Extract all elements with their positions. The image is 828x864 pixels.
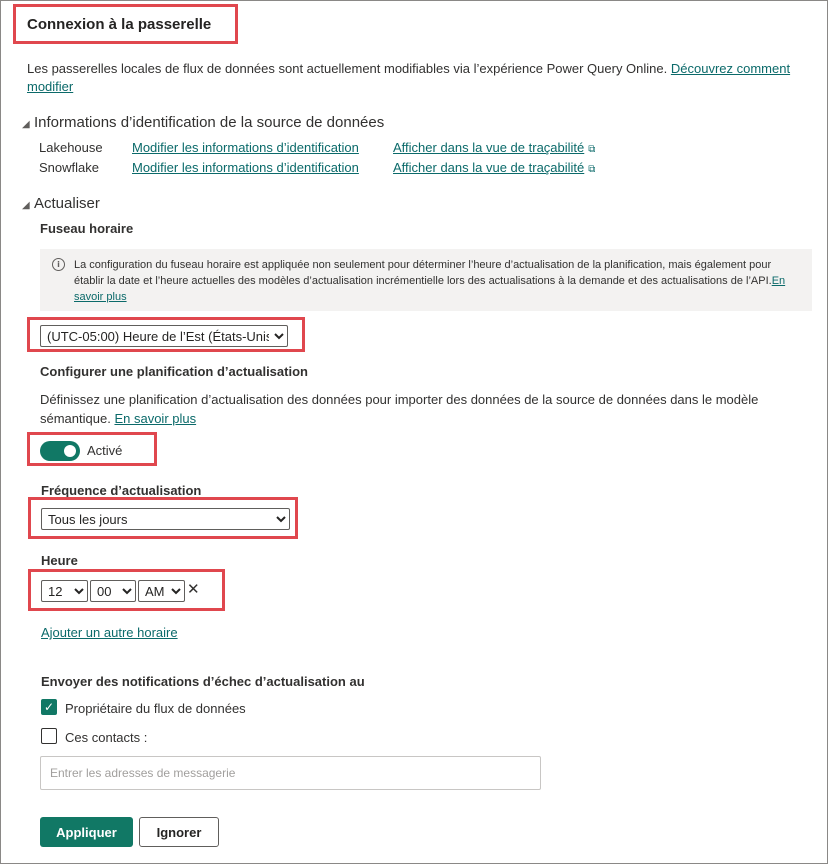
intro-paragraph: Les passerelles locales de flux de donné… — [27, 60, 797, 96]
highlight-frequency — [28, 497, 298, 539]
source-name-lakehouse: Lakehouse — [39, 140, 103, 155]
notifications-label: Envoyer des notifications d’échec d’actu… — [41, 674, 365, 689]
external-link-icon: ⧉ — [588, 164, 596, 175]
add-time-link[interactable]: Ajouter un autre horaire — [41, 625, 178, 640]
timezone-label: Fuseau horaire — [40, 221, 134, 236]
edit-credentials-link-lakehouse[interactable]: Modifier les informations d’identificati… — [132, 140, 359, 155]
external-link-icon: ⧉ — [588, 144, 596, 155]
timezone-info-bar: i La configuration du fuseau horaire est… — [40, 249, 812, 311]
highlight-toggle — [27, 432, 157, 466]
source-name-snowflake: Snowflake — [39, 160, 99, 175]
highlight-timezone — [27, 317, 305, 352]
time-label: Heure — [41, 553, 78, 568]
checkmark-icon: ✓ — [43, 700, 55, 714]
contacts-checkbox-label: Ces contacts : — [65, 730, 148, 745]
apply-button[interactable]: Appliquer — [40, 817, 133, 847]
schedule-learn-more-link[interactable]: En savoir plus — [114, 411, 196, 426]
refresh-section-header[interactable]: ◢ Actualiser — [22, 195, 100, 212]
owner-checkbox-label: Propriétaire du flux de données — [65, 701, 246, 716]
lineage-link-snowflake-wrap[interactable]: Afficher dans la vue de traçabilité ⧉ — [393, 160, 595, 175]
intro-text: Les passerelles locales de flux de donné… — [27, 61, 668, 76]
timezone-info-text: La configuration du fuseau horaire est a… — [74, 259, 772, 287]
collapse-triangle-icon: ◢ — [22, 119, 30, 130]
refresh-heading: Actualiser — [34, 195, 100, 212]
edit-credentials-link-snowflake[interactable]: Modifier les informations d’identificati… — [132, 160, 359, 175]
ignore-button[interactable]: Ignorer — [139, 817, 219, 847]
lineage-link-lakehouse[interactable]: Afficher dans la vue de traçabilité — [393, 140, 584, 155]
credentials-heading: Informations d’identification de la sour… — [34, 114, 385, 131]
credentials-section-header[interactable]: ◢ Informations d’identification de la sou… — [22, 114, 384, 131]
schedule-description: Définissez une planification d’actualisa… — [40, 390, 810, 428]
lineage-link-lakehouse-wrap[interactable]: Afficher dans la vue de traçabilité ⧉ — [393, 140, 595, 155]
lineage-link-snowflake[interactable]: Afficher dans la vue de traçabilité — [393, 160, 584, 175]
owner-checkbox[interactable]: ✓ — [41, 699, 57, 715]
frequency-label: Fréquence d’actualisation — [41, 483, 202, 498]
contacts-checkbox[interactable] — [41, 728, 57, 744]
collapse-triangle-icon: ◢ — [22, 200, 30, 211]
email-input[interactable] — [40, 756, 541, 790]
highlight-title — [13, 4, 238, 44]
highlight-time — [28, 569, 225, 611]
info-icon: i — [52, 258, 65, 271]
schedule-label: Configurer une planification d’actualisa… — [40, 364, 308, 379]
